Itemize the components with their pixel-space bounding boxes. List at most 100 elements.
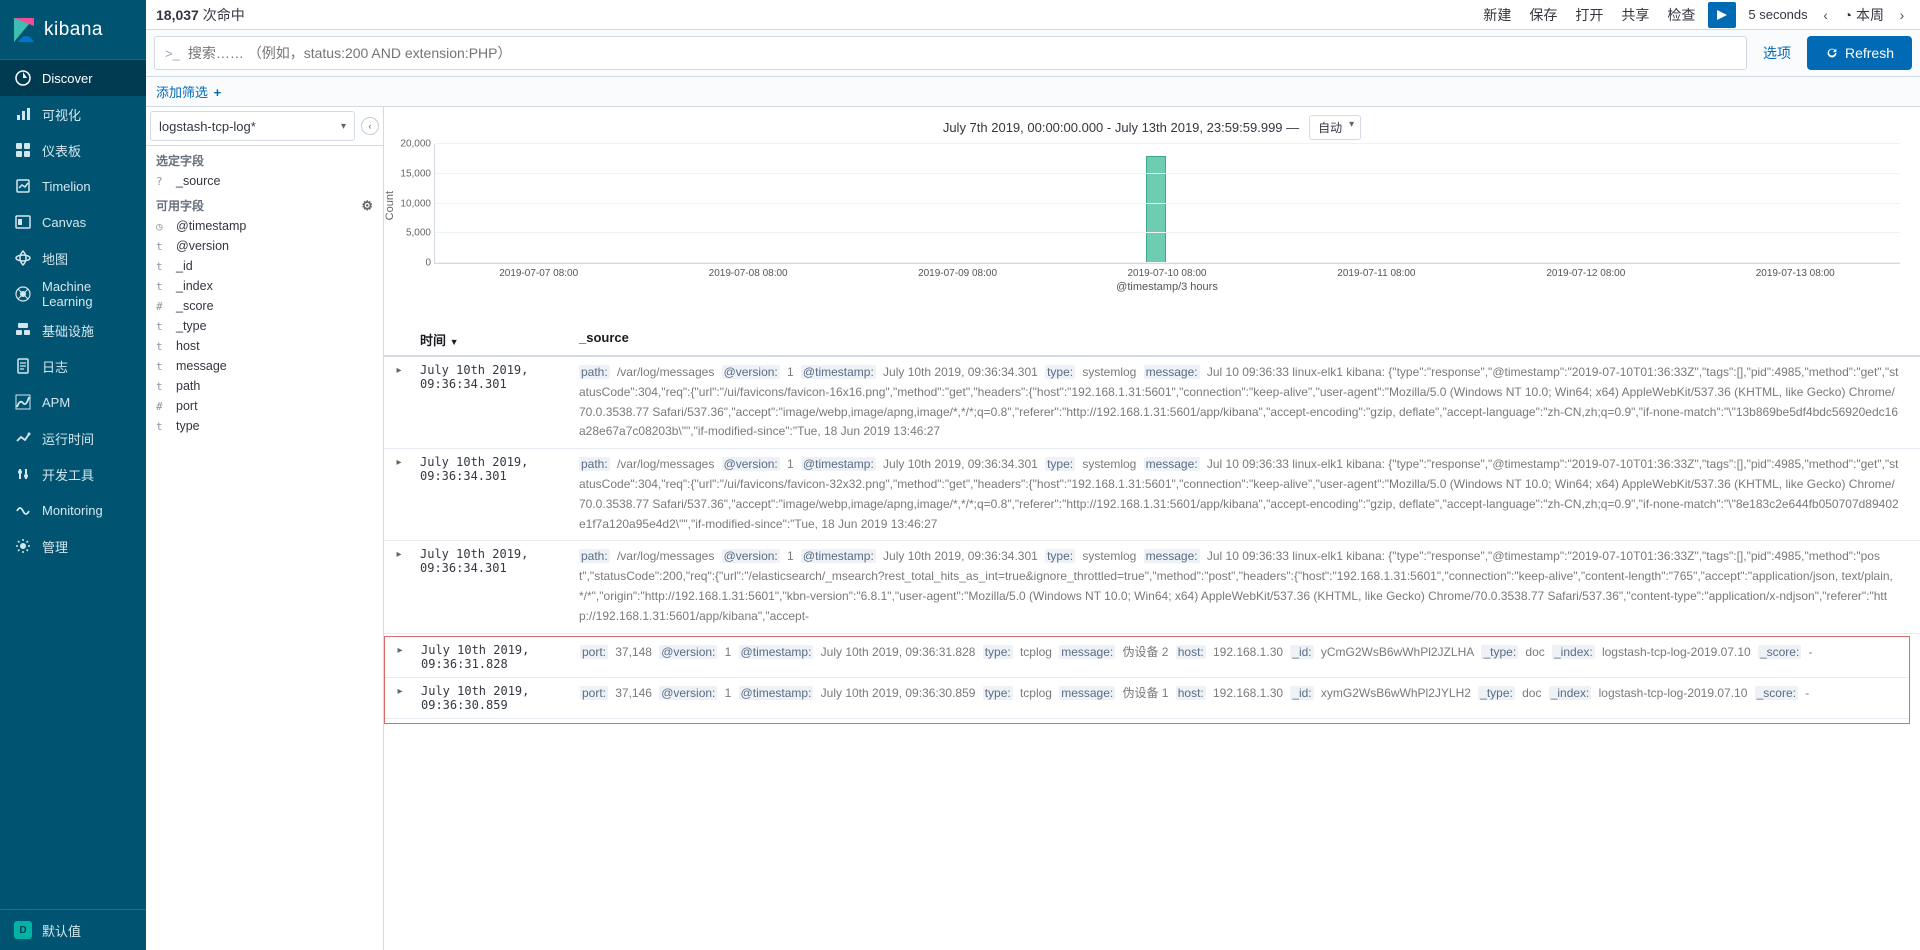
expand-row-button[interactable]: ▸ (384, 547, 414, 626)
field-message[interactable]: tmessage (146, 356, 383, 376)
doc-time: July 10th 2019, 09:36:34.301 (414, 547, 579, 626)
toplink-保存[interactable]: 保存 (1520, 5, 1566, 25)
nav-label: APM (42, 395, 70, 410)
col-time[interactable]: 时间 ▼ (414, 324, 579, 355)
field-type-icon: t (156, 340, 168, 353)
time-next-icon[interactable]: › (1892, 7, 1912, 23)
nav-label: 运行时间 (42, 429, 94, 448)
field-_type[interactable]: t_type (146, 316, 383, 336)
toplink-检查[interactable]: 检查 (1658, 5, 1704, 25)
nav-bottom: D 默认值 (0, 909, 146, 950)
nav-label: 开发工具 (42, 465, 94, 484)
play-icon (1717, 10, 1727, 20)
field-type[interactable]: ttype (146, 416, 383, 436)
main: 18,037 次命中 新建保存打开共享检查 5 seconds ‹ ◔ 本周 ›… (146, 0, 1920, 950)
play-button[interactable] (1708, 2, 1736, 28)
field-type-icon: t (156, 320, 168, 333)
x-tick: 2019-07-12 08:00 (1481, 268, 1690, 279)
nav-item-apm[interactable]: APM (0, 384, 146, 420)
nav-item-地图[interactable]: 地图 (0, 240, 146, 276)
time-prev-icon[interactable]: ‹ (1816, 7, 1836, 23)
field-type-icon: t (156, 240, 168, 253)
x-tick: 2019-07-07 08:00 (434, 268, 643, 279)
nav-item-machine-learning[interactable]: Machine Learning (0, 276, 146, 312)
doc-source: port: 37,146 @version: 1 @timestamp: Jul… (580, 684, 1909, 712)
nav-label: 可视化 (42, 105, 81, 124)
logo[interactable]: kibana (0, 0, 146, 60)
field-_index[interactable]: t_index (146, 276, 383, 296)
nav-label: 仪表板 (42, 141, 81, 160)
nav-item-日志[interactable]: 日志 (0, 348, 146, 384)
toplink-新建[interactable]: 新建 (1474, 5, 1520, 25)
nav-items: Discover 可视化仪表板 Timelion Canvas地图Machine Le… (0, 60, 146, 909)
field-name: host (176, 339, 200, 353)
time-range-label-chart: July 7th 2019, 00:00:00.000 - July 13th … (384, 107, 1920, 144)
nav-icon (14, 213, 32, 231)
gear-icon[interactable]: ⚙ (361, 198, 373, 214)
field-port[interactable]: #port (146, 396, 383, 416)
expand-row-button[interactable]: ▸ (385, 643, 415, 671)
search-options-link[interactable]: 选项 (1757, 43, 1797, 63)
field-name: path (176, 379, 200, 393)
nav-item-开发工具[interactable]: 开发工具 (0, 456, 146, 492)
index-pattern-select[interactable]: logstash-tcp-log*▾ (150, 111, 355, 141)
field-name: _id (176, 259, 193, 273)
auto-refresh-label[interactable]: 5 seconds (1740, 7, 1815, 22)
expand-row-button[interactable]: ▸ (385, 684, 415, 712)
toplink-打开[interactable]: 打开 (1566, 5, 1612, 25)
y-tick: 0 (395, 258, 431, 269)
field-host[interactable]: thost (146, 336, 383, 356)
field-_score[interactable]: #_score (146, 296, 383, 316)
doc-row: ▸July 10th 2019, 09:36:34.301path: /var/… (384, 357, 1920, 449)
nav-icon (14, 141, 32, 159)
col-source[interactable]: _source (579, 324, 1920, 355)
defaults-icon: D (14, 921, 32, 939)
nav-icon (14, 501, 32, 519)
field-_id[interactable]: t _id (146, 256, 383, 276)
field-type-icon: t (156, 260, 168, 273)
nav-defaults[interactable]: D 默认值 (0, 910, 146, 950)
refresh-button[interactable]: Refresh (1807, 36, 1912, 70)
search-box[interactable]: >_ (154, 36, 1747, 70)
expand-row-button[interactable]: ▸ (384, 455, 414, 534)
add-filter-link[interactable]: 添加筛选 + (156, 82, 221, 101)
nav-label: Timelion (42, 179, 91, 194)
search-input[interactable] (188, 45, 1736, 61)
interval-select[interactable]: 自动 (1309, 115, 1361, 140)
doc-source: path: /var/log/messages @version: 1 @tim… (579, 363, 1920, 442)
toplink-共享[interactable]: 共享 (1612, 5, 1658, 25)
field-@timestamp[interactable]: ◷@timestamp (146, 216, 383, 236)
y-tick: 10,000 (395, 198, 431, 209)
y-tick: 15,000 (395, 168, 431, 179)
nav-label: 日志 (42, 357, 68, 376)
results-panel: July 7th 2019, 00:00:00.000 - July 13th … (384, 107, 1920, 950)
nav-icon (14, 285, 32, 303)
field-path[interactable]: tpath (146, 376, 383, 396)
field-name: type (176, 419, 200, 433)
nav-item-monitoring[interactable]: Monitoring (0, 492, 146, 528)
collapse-fields-button[interactable]: ‹ (361, 117, 379, 135)
nav-item-管理[interactable]: 管理 (0, 528, 146, 564)
brand-name: kibana (44, 19, 103, 41)
field-name: @version (176, 239, 229, 253)
prompt-icon: >_ (165, 46, 180, 61)
nav-item-基础设施[interactable]: 基础设施 (0, 312, 146, 348)
nav-item-可视化[interactable]: 可视化 (0, 96, 146, 132)
nav-item-仪表板[interactable]: 仪表板 (0, 132, 146, 168)
doc-time: July 10th 2019, 09:36:30.859 (415, 684, 580, 712)
expand-row-button[interactable]: ▸ (384, 363, 414, 442)
nav-icon (14, 429, 32, 447)
time-range-label[interactable]: ◔ 本周 (1840, 5, 1888, 25)
field-source[interactable]: ?_source (146, 171, 383, 191)
available-fields-title: 可用字段⚙ (146, 191, 383, 216)
nav-icon (14, 393, 32, 411)
nav-item-discover[interactable]: Discover (0, 60, 146, 96)
field-type-icon: t (156, 280, 168, 293)
nav-item-timelion[interactable]: Timelion (0, 168, 146, 204)
nav-label: 管理 (42, 537, 68, 556)
highlighted-rows: ▸July 10th 2019, 09:36:31.828port: 37,14… (384, 636, 1910, 724)
field-@version[interactable]: t @version (146, 236, 383, 256)
x-tick: 2019-07-11 08:00 (1272, 268, 1481, 279)
nav-item-canvas[interactable]: Canvas (0, 204, 146, 240)
nav-item-运行时间[interactable]: 运行时间 (0, 420, 146, 456)
